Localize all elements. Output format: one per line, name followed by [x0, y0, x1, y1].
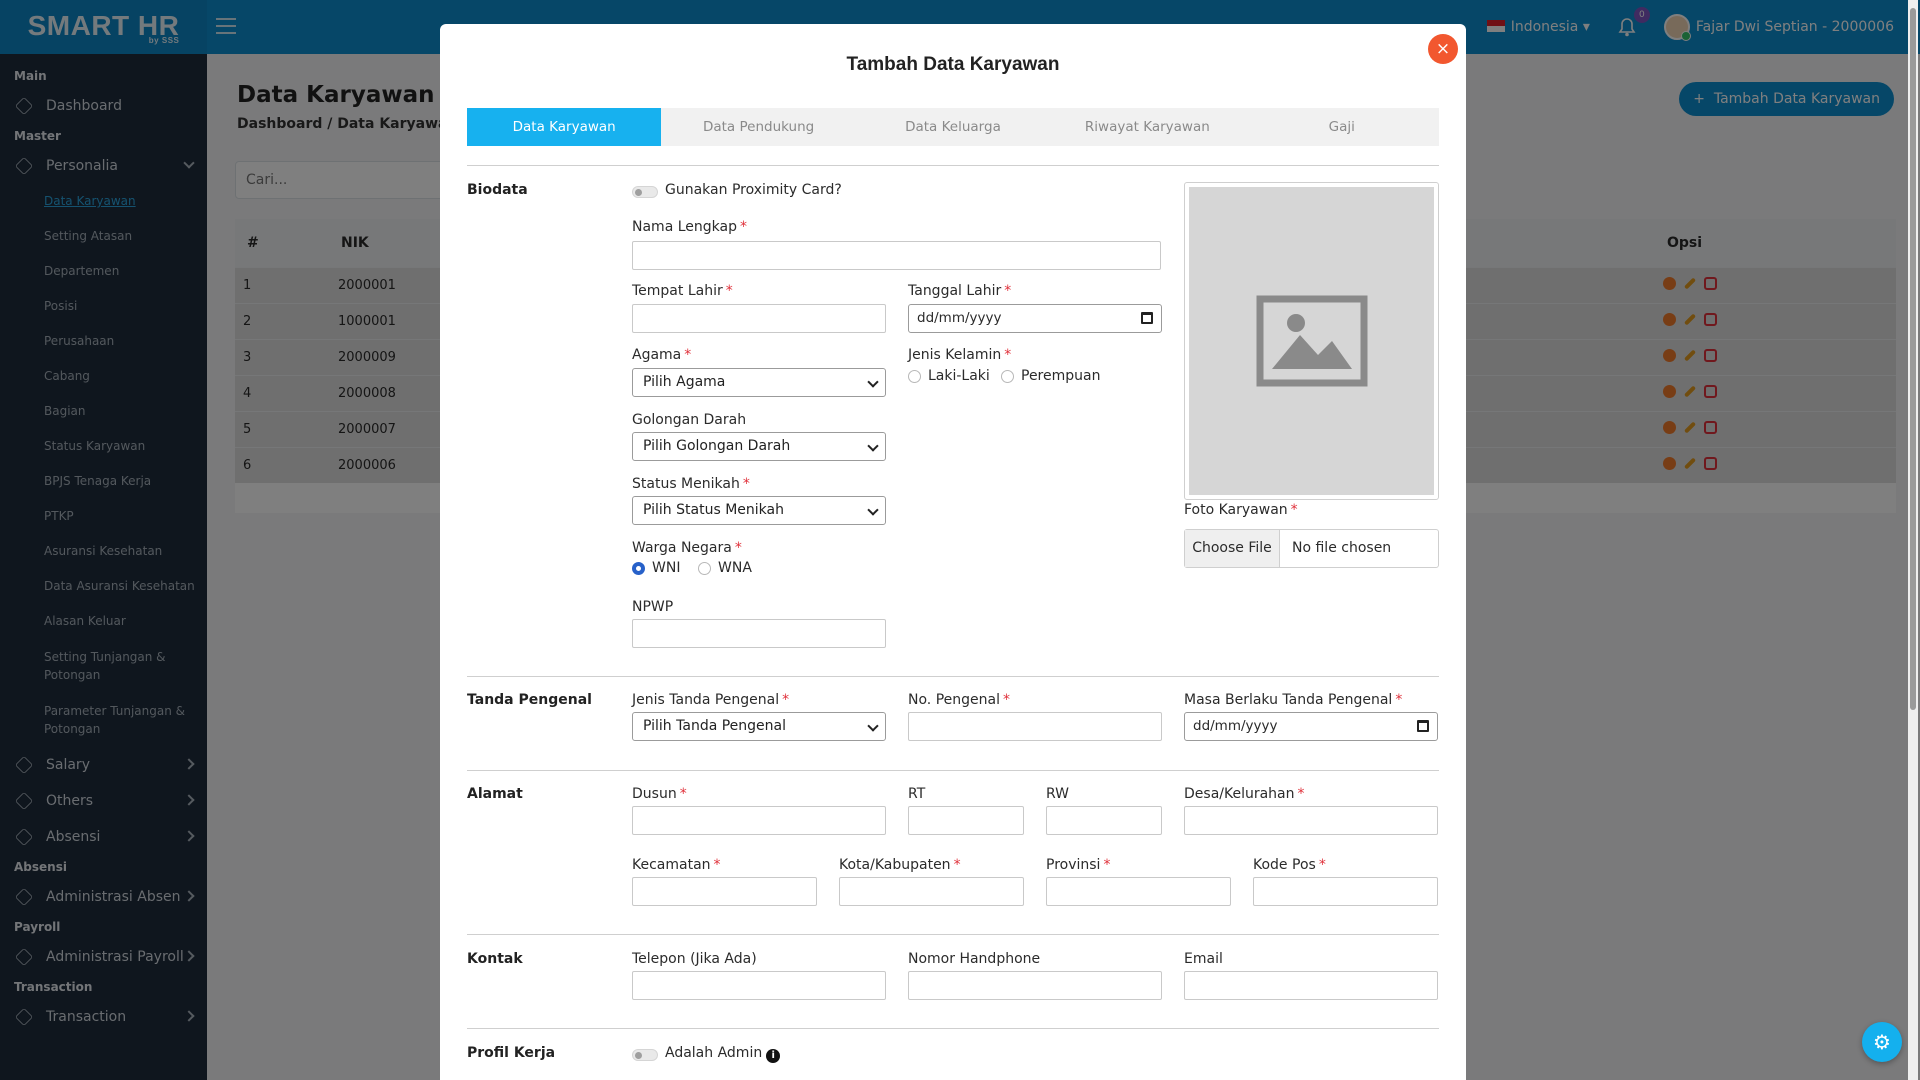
foto-karyawan-label: Foto Karyawan *: [1184, 502, 1298, 518]
warga-negara-label: Warga Negara *: [632, 540, 742, 556]
section-profil-kerja: Profil Kerja: [467, 1045, 556, 1061]
jenis-kelamin-label: Jenis Kelamin *: [908, 347, 1012, 363]
agama-select[interactable]: Pilih Agama: [632, 368, 886, 397]
settings-gear-icon[interactable]: ⚙: [1862, 1022, 1902, 1062]
info-icon[interactable]: i: [766, 1049, 781, 1063]
npwp-label: NPWP: [632, 599, 674, 615]
no-pengenal-label: No. Pengenal *: [908, 692, 1010, 708]
handphone-input[interactable]: [908, 971, 1162, 1000]
add-employee-modal: Tambah Data Karyawan × Data Karyawan Dat…: [440, 24, 1466, 1080]
close-button[interactable]: ×: [1428, 34, 1458, 64]
provinsi-label: Provinsi *: [1046, 857, 1111, 873]
tanggal-lahir-input[interactable]: dd/mm/yyyy: [908, 304, 1162, 333]
wna-label: WNA: [718, 560, 752, 576]
perempuan-radio[interactable]: [1001, 370, 1014, 383]
divider: [467, 770, 1439, 771]
kecamatan-input[interactable]: [632, 877, 817, 906]
jenis-tanda-label: Jenis Tanda Pengenal *: [632, 692, 790, 708]
kota-label: Kota/Kabupaten *: [839, 857, 961, 873]
wna-radio[interactable]: [698, 562, 711, 575]
rw-input[interactable]: [1046, 806, 1162, 835]
tanggal-lahir-label: Tanggal Lahir *: [908, 283, 1012, 299]
desa-input[interactable]: [1184, 806, 1438, 835]
tab-data-karyawan[interactable]: Data Karyawan: [467, 108, 662, 146]
foto-file-input[interactable]: Choose File No file chosen: [1184, 529, 1439, 568]
image-placeholder-icon: [1256, 295, 1367, 387]
tab-gaji[interactable]: Gaji: [1245, 108, 1439, 146]
jenis-tanda-select[interactable]: Pilih Tanda Pengenal: [632, 712, 886, 741]
golongan-darah-label: Golongan Darah: [632, 412, 747, 428]
admin-label: Adalah Admin i: [665, 1045, 781, 1063]
dusun-input[interactable]: [632, 806, 886, 835]
page-scrollbar[interactable]: [1908, 0, 1918, 1080]
section-tanda-pengenal: Tanda Pengenal: [467, 692, 592, 708]
dusun-label: Dusun *: [632, 786, 687, 802]
kode-pos-input[interactable]: [1253, 877, 1438, 906]
email-input[interactable]: [1184, 971, 1438, 1000]
telepon-label: Telepon (Jika Ada): [632, 951, 757, 967]
masa-berlaku-input[interactable]: dd/mm/yyyy: [1184, 712, 1438, 741]
section-biodata: Biodata: [467, 182, 528, 198]
divider: [467, 676, 1439, 677]
golongan-darah-select[interactable]: Pilih Golongan Darah: [632, 432, 886, 461]
status-menikah-label: Status Menikah *: [632, 476, 750, 492]
tempat-lahir-label: Tempat Lahir *: [632, 283, 733, 299]
masa-berlaku-label: Masa Berlaku Tanda Pengenal *: [1184, 692, 1403, 708]
wni-radio[interactable]: [632, 562, 645, 575]
divider: [467, 165, 1439, 166]
agama-label: Agama *: [632, 347, 692, 363]
nama-lengkap-input[interactable]: [632, 241, 1161, 270]
rt-label: RT: [908, 786, 926, 802]
section-alamat: Alamat: [467, 786, 523, 802]
desa-label: Desa/Kelurahan *: [1184, 786, 1305, 802]
laki-laki-radio[interactable]: [908, 370, 921, 383]
nama-lengkap-label: Nama Lengkap *: [632, 219, 747, 235]
choose-file-button[interactable]: Choose File: [1185, 530, 1280, 567]
divider: [467, 934, 1439, 935]
handphone-label: Nomor Handphone: [908, 951, 1041, 967]
telepon-input[interactable]: [632, 971, 886, 1000]
photo-preview: [1184, 182, 1439, 500]
calendar-icon[interactable]: [1417, 720, 1429, 732]
rt-input[interactable]: [908, 806, 1024, 835]
tab-riwayat-karyawan[interactable]: Riwayat Karyawan: [1050, 108, 1244, 146]
tab-data-pendukung[interactable]: Data Pendukung: [661, 108, 855, 146]
proximity-toggle[interactable]: [632, 186, 658, 198]
wni-label: WNI: [652, 560, 681, 576]
perempuan-label: Perempuan: [1021, 368, 1101, 384]
tab-data-keluarga[interactable]: Data Keluarga: [856, 108, 1050, 146]
provinsi-input[interactable]: [1046, 877, 1231, 906]
modal-title: Tambah Data Karyawan: [846, 54, 1060, 75]
section-kontak: Kontak: [467, 951, 523, 967]
tempat-lahir-input[interactable]: [632, 304, 886, 333]
kota-input[interactable]: [839, 877, 1024, 906]
npwp-input[interactable]: [632, 619, 886, 648]
email-label: Email: [1184, 951, 1223, 967]
proximity-label: Gunakan Proximity Card?: [665, 182, 842, 198]
kode-pos-label: Kode Pos *: [1253, 857, 1326, 873]
divider: [467, 1028, 1439, 1029]
admin-toggle[interactable]: [632, 1049, 658, 1061]
no-pengenal-input[interactable]: [908, 712, 1162, 741]
kecamatan-label: Kecamatan *: [632, 857, 721, 873]
rw-label: RW: [1046, 786, 1070, 802]
calendar-icon[interactable]: [1141, 312, 1153, 324]
laki-laki-label: Laki-Laki: [928, 368, 990, 384]
modal-tabs: Data Karyawan Data Pendukung Data Keluar…: [467, 108, 1439, 146]
file-name-text: No file chosen: [1292, 540, 1392, 556]
status-menikah-select[interactable]: Pilih Status Menikah: [632, 496, 886, 525]
